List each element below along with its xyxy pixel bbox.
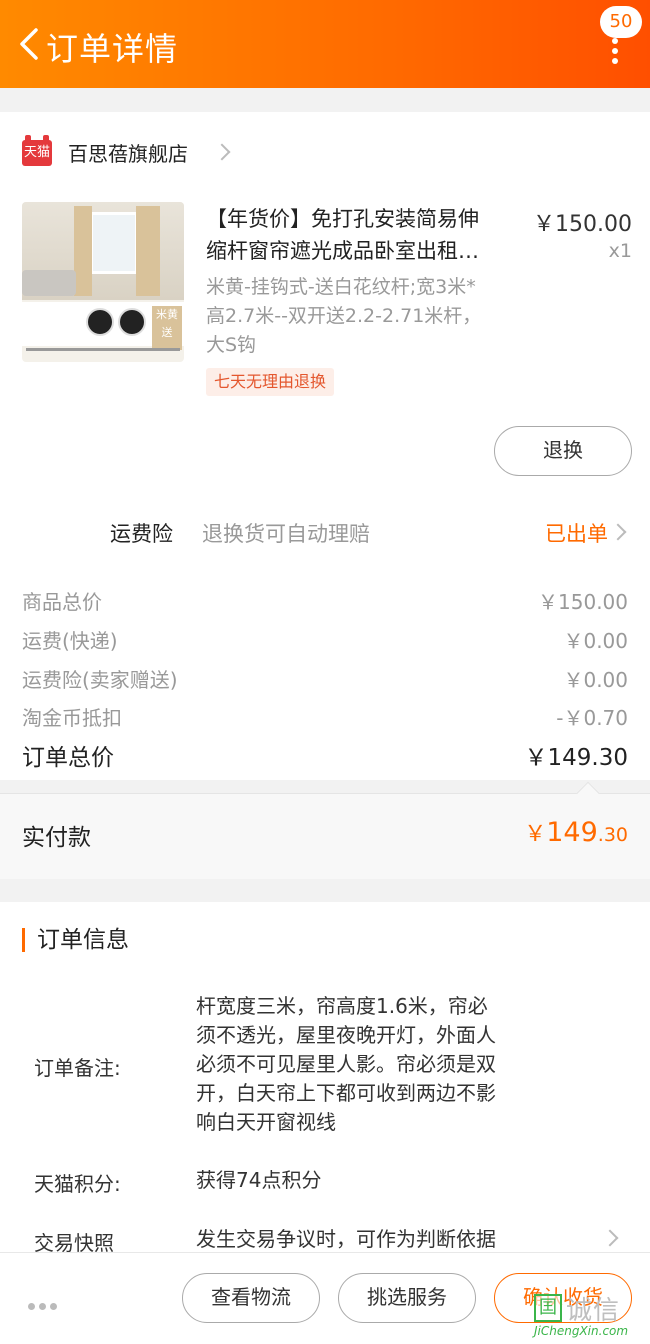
product-price: ￥150.00: [533, 212, 632, 237]
fee-value: ￥150.00: [538, 590, 628, 614]
paid-currency: ￥: [524, 822, 547, 847]
watermark-url: JiChengXin.com: [534, 1324, 629, 1338]
store-row[interactable]: 天猫 百思蓓旗舰店: [0, 128, 650, 178]
exchange-button[interactable]: 退换: [494, 426, 632, 476]
ring-accessory-icon: [86, 308, 114, 336]
product-title[interactable]: 【年货价】免打孔安装简易伸 缩杆窗帘遮光成品卧室出租…: [206, 203, 516, 267]
fee-row: 淘金币抵扣 -￥0.70: [22, 702, 628, 732]
page-title: 订单详情: [46, 30, 179, 68]
paid-decimal: .30: [597, 824, 628, 846]
watermark-text: 诚信: [566, 1296, 621, 1326]
points-label: 天猫积分:: [34, 1172, 121, 1196]
view-logistics-button[interactable]: 查看物流: [182, 1273, 320, 1323]
product-quantity: x1: [608, 240, 632, 262]
order-note-value: 杆宽度三米，帘高度1.6米，帘必 须不透光，屋里夜晚开灯，外面人 必须不可见屋里…: [196, 992, 526, 1137]
product-thumbnail[interactable]: 米黄 送: [22, 202, 184, 362]
paid-notch: [576, 781, 600, 805]
fee-value: ￥0.00: [563, 668, 628, 692]
fee-label: 运费(快递): [22, 629, 118, 653]
product-image-tag: 米黄 送: [152, 306, 182, 350]
fee-label: 商品总价: [22, 590, 102, 614]
sku-line: 大S钩: [206, 334, 257, 356]
paid-value: ￥149.30: [524, 816, 628, 848]
paid-label: 实付款: [22, 825, 91, 851]
chevron-right-icon: [213, 143, 231, 161]
store-name[interactable]: 百思蓓旗舰店: [68, 138, 188, 167]
back-arrow-icon[interactable]: [14, 26, 44, 62]
note-line: 必须不可见屋里人影。帘必须是双: [196, 1052, 496, 1076]
fee-row: 商品总价 ￥150.00: [22, 586, 628, 616]
order-total-row: 订单总价 ￥149.30: [22, 738, 628, 774]
sku-line: 米黄-挂钩式-送白花纹杆;宽3米*: [206, 276, 476, 298]
more-menu-icon[interactable]: [610, 38, 620, 64]
message-count-badge[interactable]: 50: [600, 6, 642, 38]
paid-amount-row: 实付款 ￥149.30: [0, 781, 650, 879]
total-label: 订单总价: [22, 745, 114, 771]
order-note-label: 订单备注:: [34, 1056, 121, 1080]
fee-label: 运费险(卖家赠送): [22, 668, 178, 692]
note-line: 开，白天帘上下都可收到两边不影: [196, 1081, 496, 1105]
sku-line: 高2.7米--双开送2.2-2.71米杆，: [206, 305, 482, 327]
note-line: 响白天开窗视线: [196, 1110, 336, 1134]
chevron-right-icon: [609, 523, 627, 541]
return-policy-badge: 七天无理由退换: [206, 368, 335, 396]
fee-row: 运费(快递) ￥0.00: [22, 625, 628, 655]
more-actions-icon[interactable]: [28, 1295, 62, 1310]
fee-value: -￥0.70: [556, 706, 628, 730]
note-line: 须不透光，屋里夜晚开灯，外面人: [196, 1023, 496, 1047]
total-value: ￥149.30: [524, 745, 628, 771]
fee-value: ￥0.00: [563, 629, 628, 653]
points-value: 获得74点积分: [196, 1168, 322, 1192]
product-title-line: 缩杆窗帘遮光成品卧室出租…: [206, 239, 479, 263]
tmall-logo-icon: 天猫: [22, 135, 52, 166]
shipping-insurance-row[interactable]: 运费险 退换货可自动理赔 已出单: [0, 512, 650, 556]
app-header: 订单详情 50: [0, 0, 650, 88]
watermark: 囯 诚信 JiChengXin.com: [534, 1290, 650, 1344]
select-service-button[interactable]: 挑选服务: [338, 1273, 476, 1323]
fee-label: 淘金币抵扣: [22, 706, 122, 730]
snapshot-value[interactable]: 发生交易争议时，可作为判断依据: [196, 1225, 536, 1254]
rod-shape: [26, 348, 180, 351]
hook-accessory-icon: [118, 308, 146, 336]
product-title-line: 【年货价】免打孔安装简易伸: [206, 207, 479, 231]
paid-integer: 149: [546, 817, 598, 848]
watermark-logo-icon: 囯: [534, 1294, 562, 1322]
insurance-label: 运费险: [110, 522, 173, 546]
product-sku: 米黄-挂钩式-送白花纹杆;宽3米* 高2.7米--双开送2.2-2.71米杆， …: [206, 273, 526, 360]
insurance-status: 已出单: [545, 522, 608, 546]
fee-row: 运费险(卖家赠送) ￥0.00: [22, 664, 628, 694]
note-line: 杆宽度三米，帘高度1.6米，帘必: [196, 994, 488, 1018]
window-shape: [90, 212, 138, 274]
order-info-title: 订单信息: [22, 928, 129, 952]
curtain-right: [136, 206, 160, 296]
curtain-left: [74, 206, 92, 296]
sofa-shape: [22, 270, 76, 296]
insurance-desc: 退换货可自动理赔: [202, 522, 370, 546]
